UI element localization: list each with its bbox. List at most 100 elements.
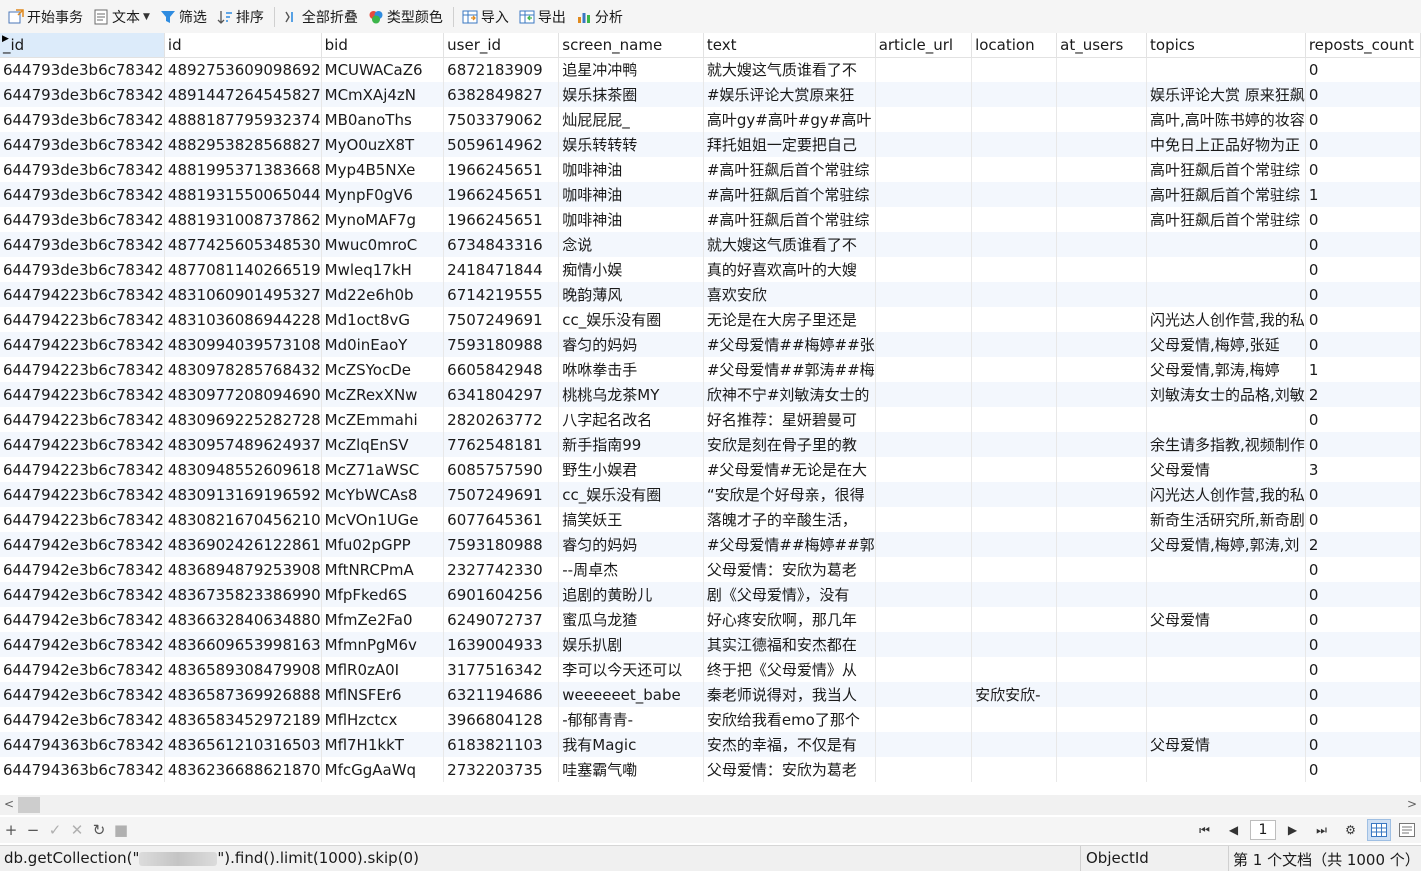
table-cell[interactable]: 0 [1305,607,1421,632]
table-cell[interactable] [971,507,1058,532]
table-cell[interactable]: 0 [1305,407,1421,432]
table-cell[interactable] [875,307,973,332]
table-cell[interactable] [971,557,1058,582]
table-cell[interactable] [1146,557,1306,582]
table-cell[interactable] [971,482,1058,507]
table-cell[interactable]: 0 [1305,707,1421,732]
table-cell[interactable] [971,582,1058,607]
table-cell[interactable] [1056,207,1148,232]
table-cell[interactable]: 6249072737 [443,607,560,632]
table-cell[interactable]: 追剧的黄盼儿 [558,582,704,607]
table-cell[interactable]: 中免日上正品好物为正 [1146,132,1306,157]
table-cell[interactable]: 就大嫂这气质谁看了不 [703,57,876,82]
table-row[interactable]: 644794223b6c78342 4830913169196592 McYbWCA… [0,482,1421,507]
table-cell[interactable]: McYbWCAs8 [321,482,445,507]
table-cell[interactable] [1146,282,1306,307]
table-cell[interactable]: 4836609653998163 [164,632,322,657]
table-cell[interactable]: 安欣是刻在骨子里的教 [703,432,876,457]
table-cell[interactable]: 1966245651 [443,157,560,182]
table-row[interactable]: 644794223b6c78342 4831060901495327 Md22e6h… [0,282,1421,307]
table-cell[interactable]: 6447942e3b6c78342 [0,582,165,607]
table-cell[interactable]: 6183821103 [443,732,560,757]
table-cell[interactable] [875,157,973,182]
table-cell[interactable] [875,707,973,732]
first-page-icon[interactable]: ⏮ [1190,823,1219,838]
table-cell[interactable]: McZRexXNw [321,382,445,407]
table-cell[interactable]: Md22e6h0b [321,282,445,307]
table-cell[interactable] [1056,407,1148,432]
table-cell[interactable] [875,657,973,682]
table-cell[interactable]: 644794223b6c78342 [0,507,165,532]
table-cell[interactable] [971,432,1058,457]
table-cell[interactable]: 4830821670456210 [164,507,322,532]
table-cell[interactable] [971,82,1058,107]
table-cell[interactable] [971,657,1058,682]
table-cell[interactable] [1056,82,1148,107]
table-cell[interactable]: 4881931008737862 [164,207,322,232]
table-cell[interactable]: #高叶狂飙后首个常驻综 [703,157,876,182]
table-cell[interactable]: 6447942e3b6c78342 [0,532,165,557]
table-cell[interactable]: MB0anoThs [321,107,445,132]
table-cell[interactable]: 高叶,高叶陈书婷的妆容 [1146,107,1306,132]
table-cell[interactable]: McZEmmahi [321,407,445,432]
table-cell[interactable]: 4888187795932374 [164,107,322,132]
table-cell[interactable]: 闪光达人创作营,我的私 [1146,482,1306,507]
table-cell[interactable]: 秦老师说得对，我当人 [703,682,876,707]
table-cell[interactable] [875,507,973,532]
table-cell[interactable]: 欣神不宁#刘敏涛女士的 [703,382,876,407]
table-cell[interactable]: 1 [1305,357,1421,382]
table-cell[interactable] [875,357,973,382]
scrollbar-thumb[interactable] [18,797,40,813]
table-cell[interactable]: 0 [1305,82,1421,107]
table-cell[interactable] [875,382,973,407]
table-cell[interactable]: 4882953828568827 [164,132,322,157]
table-cell[interactable]: #父母爱情##梅婷##郭 [703,532,876,557]
table-cell[interactable] [1056,157,1148,182]
table-cell[interactable]: 无论是在大房子里还是 [703,307,876,332]
table-cell[interactable] [971,257,1058,282]
table-cell[interactable]: 3966804128 [443,707,560,732]
table-cell[interactable]: 晚韵薄风 [558,282,704,307]
table-cell[interactable]: 4830977208094690 [164,382,322,407]
table-row[interactable]: 644793de3b6c78342 4882953828568827 MyO0uzX… [0,132,1421,157]
table-cell[interactable]: Mwleq17kH [321,257,445,282]
table-cell[interactable]: 644794223b6c78342 [0,457,165,482]
table-cell[interactable] [1056,57,1148,82]
table-cell[interactable]: #娱乐评论大赏原来狂 [703,82,876,107]
table-cell[interactable]: 0 [1305,157,1421,182]
table-cell[interactable]: 父母爱情,郭涛,梅婷 [1146,357,1306,382]
table-cell[interactable]: 终于把《父母爱情》从 [703,657,876,682]
table-cell[interactable]: 念说 [558,232,704,257]
table-cell[interactable]: 其实江德福和安杰都在 [703,632,876,657]
table-cell[interactable]: Md0inEaoY [321,332,445,357]
table-cell[interactable] [875,582,973,607]
table-cell[interactable]: 痴情小娱 [558,257,704,282]
table-cell[interactable] [875,332,973,357]
table-cell[interactable] [971,707,1058,732]
table-cell[interactable]: 644794363b6c78342 [0,732,165,757]
analyze-button[interactable]: 分析 [572,4,626,30]
collapse-all-button[interactable]: 全部折叠 [279,4,361,30]
table-cell[interactable]: 4831060901495327 [164,282,322,307]
table-cell[interactable] [875,457,973,482]
table-cell[interactable]: cc_娱乐没有圈 [558,482,704,507]
export-button[interactable]: 导出 [515,4,569,30]
table-cell[interactable]: 2418471844 [443,257,560,282]
table-cell[interactable]: 娱乐扒剧 [558,632,704,657]
table-cell[interactable]: McZSYocDe [321,357,445,382]
table-cell[interactable]: 1 [1305,182,1421,207]
table-row[interactable]: 644793de3b6c78342 4881931008737862 MynoMAF… [0,207,1421,232]
table-row[interactable]: 6447942e3b6c78342 4836632840634880 MfmZe2F… [0,607,1421,632]
table-cell[interactable]: 644794223b6c78342 [0,307,165,332]
table-cell[interactable]: 644793de3b6c78342 [0,232,165,257]
table-cell[interactable] [875,532,973,557]
table-cell[interactable] [1056,257,1148,282]
table-cell[interactable]: 喜欢安欣 [703,282,876,307]
table-cell[interactable]: 4830913169196592 [164,482,322,507]
table-cell[interactable]: 父母爱情：安欣为葛老 [703,757,876,782]
table-cell[interactable]: 高叶狂飙后首个常驻综 [1146,207,1306,232]
form-view-icon[interactable] [1395,819,1419,841]
column-header-topics[interactable]: topics [1146,33,1306,58]
table-cell[interactable]: 0 [1305,682,1421,707]
table-row[interactable]: 6447942e3b6c78342 4836609653998163 MfmnPgM… [0,632,1421,657]
